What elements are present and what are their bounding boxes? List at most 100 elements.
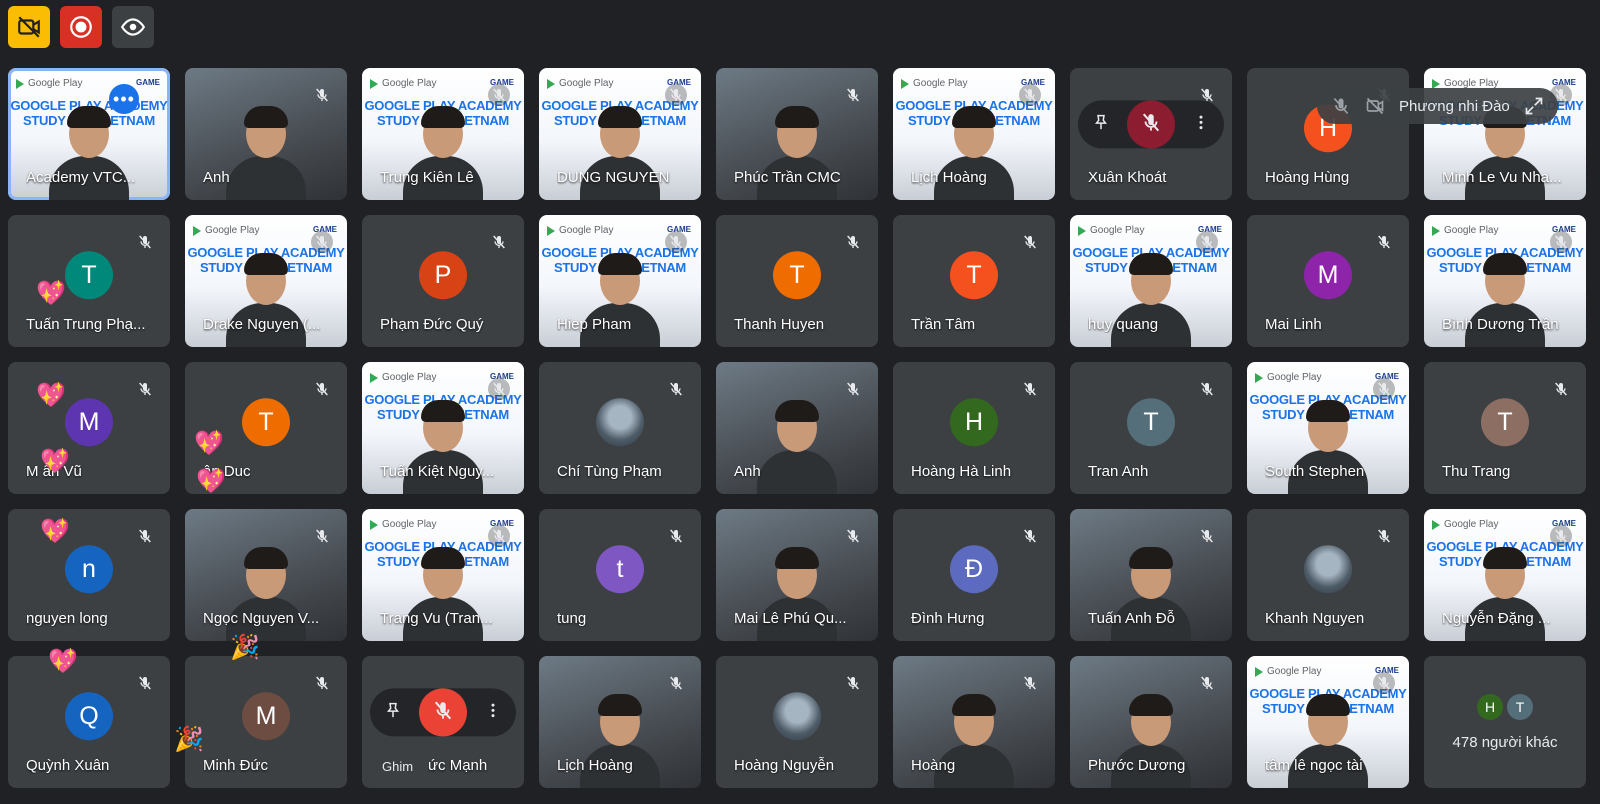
mic-off-icon xyxy=(1196,672,1218,694)
mic-off-icon xyxy=(1140,111,1162,138)
participant-tile[interactable]: Anh xyxy=(185,68,347,200)
participant-tile[interactable]: Google PlayGAMEGOOGLE PLAY ACADEMYSTUDY … xyxy=(1424,215,1586,347)
mute-button[interactable] xyxy=(1127,100,1175,149)
participant-tile[interactable]: Hoàng xyxy=(893,656,1055,788)
participant-tile[interactable]: Google PlayGAMEGOOGLE PLAY ACADEMYSTUDY … xyxy=(1070,215,1232,347)
participant-name: Trang Vu (Tran... xyxy=(380,610,493,627)
pin-button[interactable] xyxy=(1088,111,1114,137)
mic-off-icon xyxy=(665,231,687,253)
pin-button[interactable] xyxy=(380,699,406,725)
pinned-participant-name: Phương nhi Đào xyxy=(1399,97,1510,115)
mic-off-icon xyxy=(665,672,687,694)
participant-tile[interactable]: Google PlayGAMEGOOGLE PLAY ACADEMYSTUDY … xyxy=(893,68,1055,200)
participant-name: tung xyxy=(557,610,587,627)
participant-name: Minh Le Vu Nha... xyxy=(1442,169,1562,186)
participant-name: huy quang xyxy=(1088,316,1159,333)
mic-off-icon xyxy=(1550,378,1572,400)
participant-tile[interactable]: Hoàng Nguyễn xyxy=(716,656,878,788)
participant-tile[interactable]: M Minh Đức xyxy=(185,656,347,788)
mic-off-icon xyxy=(1196,84,1218,106)
participant-tile[interactable]: Google PlayGAMEGOOGLE PLAY ACADEMYSTUDY … xyxy=(362,362,524,494)
others-avatars: HT xyxy=(1477,693,1533,720)
mic-off-icon xyxy=(134,231,156,253)
participant-tile[interactable]: Xuân Khoát xyxy=(1070,68,1232,200)
reaction-emoji: 💖 xyxy=(48,648,78,675)
participant-name: Khanh Nguyen xyxy=(1265,610,1365,627)
google-play-logo: Google Play xyxy=(1432,225,1498,236)
expand-icon[interactable] xyxy=(1524,96,1544,116)
participant-name: Hoàng Hà Linh xyxy=(911,463,1012,480)
participant-tile[interactable]: Anh xyxy=(716,362,878,494)
pin-icon xyxy=(1092,113,1110,136)
participant-tile[interactable]: Q Quỳnh Xuân xyxy=(8,656,170,788)
mic-off-icon xyxy=(1373,378,1395,400)
participant-tile[interactable]: Phúc Trần CMC xyxy=(716,68,878,200)
participant-tile[interactable]: Google PlayGAMEGOOGLE PLAY ACADEMYSTUDY … xyxy=(185,215,347,347)
participant-tile[interactable]: MM ân Vũ xyxy=(8,362,170,494)
no-video-button[interactable] xyxy=(8,6,50,48)
participant-tile[interactable]: Ghim ức Mạnh xyxy=(362,656,524,788)
participant-tile[interactable]: T Thu Trang xyxy=(1424,362,1586,494)
mute-button[interactable] xyxy=(419,688,467,737)
participant-tile[interactable]: Mai Lê Phú Qu... xyxy=(716,509,878,641)
google-play-logo: Google Play xyxy=(1255,666,1321,677)
participant-name: Phạm Đức Quý xyxy=(380,316,484,333)
mic-off-icon xyxy=(1019,378,1041,400)
mic-off-icon xyxy=(488,378,510,400)
others-tile[interactable]: H T 478 người khác xyxy=(1424,656,1586,788)
avatar: T xyxy=(1481,398,1529,447)
more-options-button[interactable]: ••• xyxy=(109,84,139,114)
participant-tile[interactable]: Google PlayGAMEGOOGLE PLAY ACADEMYSTUDY … xyxy=(539,215,701,347)
mic-off-icon xyxy=(311,84,333,106)
mic-off-icon xyxy=(432,699,454,726)
mic-off-icon xyxy=(842,378,864,400)
mic-off-icon xyxy=(842,84,864,106)
participant-name: DUNG NGUYEN xyxy=(557,169,670,186)
participant-name: Drake Nguyen (... xyxy=(203,316,321,333)
participant-name: Anh xyxy=(203,169,230,186)
participant-tile[interactable]: T Thanh Huyen xyxy=(716,215,878,347)
participant-tile[interactable]: Google PlayGAMEGOOGLE PLAY ACADEMYSTUDY … xyxy=(539,68,701,200)
participant-name: Đình Hưng xyxy=(911,610,985,627)
participant-tile[interactable]: Google PlayGAMEGOOGLE PLAY ACADEMYSTUDY … xyxy=(1247,656,1409,788)
participant-tile[interactable]: t tung xyxy=(539,509,701,641)
participant-name: tâm lê ngọc tài xyxy=(1265,757,1363,774)
participant-tile[interactable]: n nguyen long xyxy=(8,509,170,641)
participant-name: South Stephen xyxy=(1265,463,1365,480)
participant-name: Lịch Hoàng xyxy=(911,169,987,186)
participant-tile[interactable]: Google PlayGAMEGOOGLE PLAY ACADEMYSTUDY … xyxy=(1247,362,1409,494)
google-play-logo: Google Play xyxy=(370,519,436,530)
participant-tile[interactable]: Chí Tùng Phạm xyxy=(539,362,701,494)
more-options-button[interactable] xyxy=(1188,111,1214,137)
participant-tile[interactable]: Tuấn Anh Đỗ xyxy=(1070,509,1232,641)
google-play-logo: Google Play xyxy=(370,78,436,89)
participant-tile[interactable]: Google PlayGAMEGOOGLE PLAY ACADEMYSTUDY … xyxy=(1424,509,1586,641)
participant-tile[interactable]: Google PlayGAMEGOOGLE PLAY ACADEMYSTUDY … xyxy=(362,68,524,200)
reaction-emoji: 💖 xyxy=(40,448,70,475)
mic-off-icon xyxy=(311,672,333,694)
participant-tile[interactable]: T Trần Tâm xyxy=(893,215,1055,347)
participant-name: Bình Dương Trần xyxy=(1442,316,1559,333)
participant-tile[interactable]: Lịch Hoàng xyxy=(539,656,701,788)
avatar: T xyxy=(242,398,290,447)
pin-icon xyxy=(384,701,402,724)
participant-tile[interactable]: T Tuấn Trung Phạ... xyxy=(8,215,170,347)
participant-tile[interactable]: P Phạm Đức Quý xyxy=(362,215,524,347)
mic-off-icon xyxy=(1019,231,1041,253)
more-options-button[interactable] xyxy=(480,699,506,725)
top-toolbar xyxy=(8,6,154,48)
participant-tile[interactable]: Google PlayGAMEGOOGLE PLAY ACADEMYSTUDY … xyxy=(362,509,524,641)
participant-tile[interactable]: Ngọc Nguyen V... xyxy=(185,509,347,641)
google-play-logo: Google Play xyxy=(1432,519,1498,530)
avatar xyxy=(596,398,644,447)
participant-tile[interactable]: Phước Dương xyxy=(1070,656,1232,788)
participant-name: Academy VTC... xyxy=(26,169,136,186)
participant-tile[interactable]: T Tran Anh xyxy=(1070,362,1232,494)
participant-tile[interactable]: Đ Đình Hưng xyxy=(893,509,1055,641)
participant-tile[interactable]: Google PlayGAMEGOOGLE PLAY ACADEMYSTUDY … xyxy=(8,68,170,200)
participant-tile[interactable]: M Mai Linh xyxy=(1247,215,1409,347)
eye-button[interactable] xyxy=(112,6,154,48)
participant-tile[interactable]: Khanh Nguyen xyxy=(1247,509,1409,641)
participant-tile[interactable]: H Hoàng Hà Linh xyxy=(893,362,1055,494)
record-button[interactable] xyxy=(60,6,102,48)
